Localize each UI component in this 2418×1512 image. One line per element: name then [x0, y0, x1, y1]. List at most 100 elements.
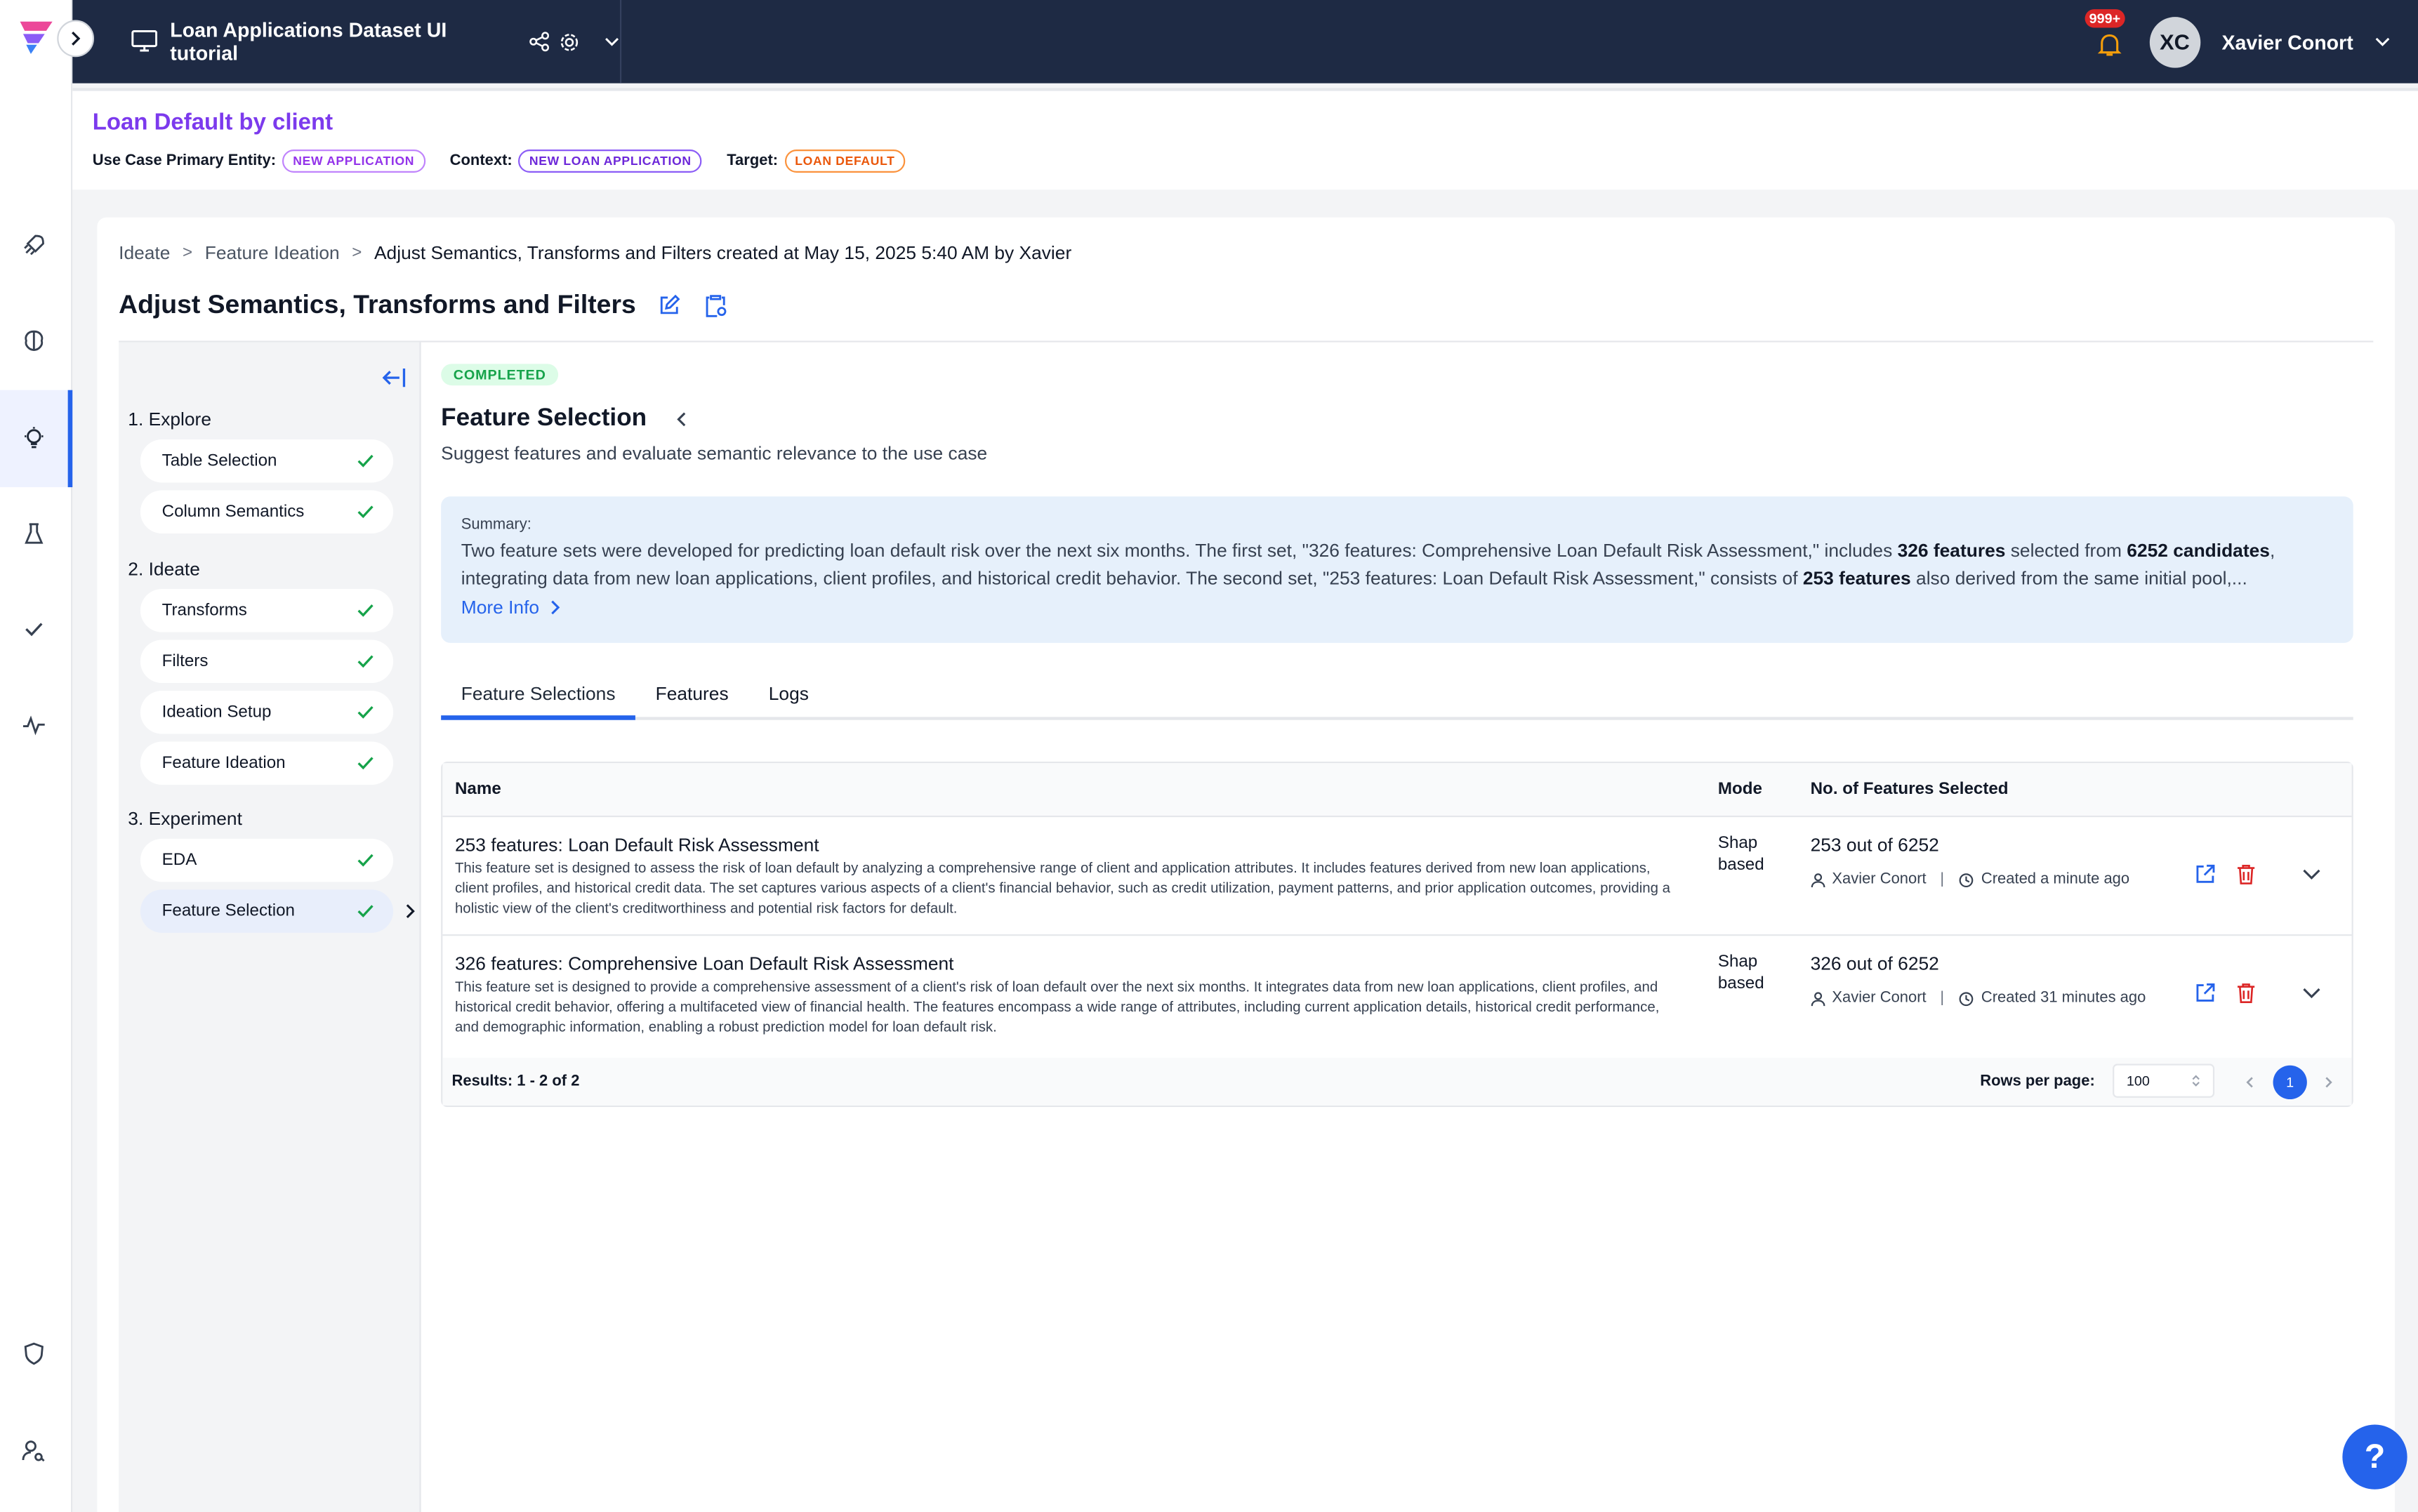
feature-set-meta: Xavier Conort | Created a minute ago	[1811, 871, 2129, 888]
check-icon	[357, 905, 374, 918]
expand-row-chevron-icon[interactable]	[2302, 987, 2320, 1000]
feature-set-meta: Xavier Conort | Created 31 minutes ago	[1811, 990, 2146, 1007]
target-chip[interactable]: LOAN DEFAULT	[784, 150, 906, 173]
next-page-icon[interactable]	[2324, 1075, 2333, 1090]
step-label: Ideation Setup	[161, 703, 272, 722]
breadcrumb: Ideate > Feature Ideation > Adjust Seman…	[119, 242, 1071, 264]
chevron-right-icon	[550, 600, 560, 615]
chevron-left-icon[interactable]	[675, 410, 690, 428]
notification-count-badge: 999+	[2085, 9, 2125, 28]
clipboard-settings-icon[interactable]	[703, 293, 728, 317]
tab-features[interactable]: Features	[635, 670, 748, 717]
user-name[interactable]: Xavier Conort	[2222, 30, 2353, 53]
expand-row-chevron-icon[interactable]	[2302, 868, 2320, 881]
feature-set-description: This feature set is designed to assess t…	[454, 860, 1671, 916]
step-filters[interactable]: Filters	[140, 639, 394, 684]
step-feature-selection[interactable]: Feature Selection	[140, 889, 415, 933]
tab-feature-selections[interactable]: Feature Selections	[441, 670, 636, 720]
feature-selection-content: COMPLETED Feature Selection Suggest feat…	[441, 343, 2353, 1512]
step-feature-ideation[interactable]: Feature Ideation	[140, 741, 394, 785]
table-row[interactable]: 253 features: Loan Default Risk Assessme…	[442, 817, 2352, 936]
step-transforms[interactable]: Transforms	[140, 589, 394, 632]
step-ideation-setup[interactable]: Ideation Setup	[140, 691, 394, 734]
expand-sidebar-button[interactable]	[57, 20, 94, 58]
section-title-row: Feature Selection	[441, 406, 689, 434]
user-icon	[1811, 991, 1825, 1006]
breadcrumb-ideate[interactable]: Ideate	[119, 242, 170, 264]
chevron-down-icon[interactable]	[605, 34, 620, 49]
feature-selections-table: Name Mode No. of Features Selected 253 f…	[441, 762, 2353, 1108]
step-label: Filters	[161, 652, 209, 671]
column-header-count[interactable]: No. of Features Selected	[1811, 780, 2009, 798]
gear-icon[interactable]	[558, 30, 581, 53]
shield-icon[interactable]	[17, 1337, 51, 1370]
checkmark-icon[interactable]	[17, 612, 51, 646]
column-header-name[interactable]: Name	[455, 780, 501, 798]
created-time: Created 31 minutes ago	[1981, 990, 2146, 1007]
edit-icon[interactable]	[658, 293, 682, 317]
project-selector[interactable]: Loan Applications Dataset UI tutorial	[72, 0, 622, 84]
lightbulb-icon[interactable]	[17, 421, 51, 455]
bell-icon	[2097, 34, 2122, 56]
use-case-header: Loan Default by client Use Case Primary …	[72, 88, 2418, 190]
status-badge: COMPLETED	[441, 364, 559, 386]
step-column-semantics[interactable]: Column Semantics	[140, 490, 394, 533]
open-external-icon[interactable]	[2195, 982, 2216, 1004]
chevron-right-icon	[406, 904, 415, 918]
target-label: Target:	[727, 152, 779, 170]
context-chip[interactable]: NEW LOAN APPLICATION	[518, 150, 703, 173]
app-logo-icon[interactable]	[15, 18, 55, 55]
open-external-icon[interactable]	[2195, 863, 2216, 885]
step-table-selection[interactable]: Table Selection	[140, 439, 394, 483]
step-label: Table Selection	[161, 451, 277, 470]
notifications-button[interactable]: 999+	[2085, 9, 2128, 60]
created-time: Created a minute ago	[1981, 870, 2130, 889]
check-icon	[357, 705, 374, 719]
primary-entity-label: Use Case Primary Entity:	[92, 152, 277, 170]
monitor-icon	[131, 30, 158, 52]
author: Xavier Conort	[1832, 990, 1927, 1007]
rows-per-page-select[interactable]: 100	[2113, 1063, 2215, 1098]
step-section-ideate: 2. Ideate	[128, 558, 200, 580]
flask-icon[interactable]	[17, 517, 51, 550]
tab-logs[interactable]: Logs	[748, 670, 828, 717]
user-search-icon[interactable]	[17, 1434, 51, 1468]
share-icon[interactable]	[528, 31, 549, 53]
rocket-icon[interactable]	[17, 228, 51, 262]
check-icon	[357, 757, 374, 770]
feature-set-mode: Shap based	[1717, 834, 1764, 875]
column-header-mode[interactable]: Mode	[1718, 780, 1762, 798]
table-header: Name Mode No. of Features Selected	[442, 763, 2352, 818]
more-info-link[interactable]: More Info	[461, 597, 2333, 618]
use-case-title[interactable]: Loan Default by client	[93, 110, 333, 135]
project-title: Loan Applications Dataset UI tutorial	[170, 18, 447, 65]
feature-set-name[interactable]: 326 features: Comprehensive Loan Default…	[455, 953, 954, 974]
summary-text: Two feature sets were developed for pred…	[461, 539, 2275, 590]
context-label: Context:	[449, 152, 513, 170]
breadcrumb-feature-ideation[interactable]: Feature Ideation	[205, 242, 340, 264]
tab-bar: Feature Selections Features Logs	[441, 670, 2353, 720]
avatar[interactable]: XC	[2149, 16, 2200, 67]
author: Xavier Conort	[1832, 870, 1927, 889]
step-section-experiment: 3. Experiment	[128, 807, 242, 830]
page-1-button[interactable]: 1	[2273, 1065, 2307, 1100]
brain-icon[interactable]	[17, 324, 51, 357]
primary-entity-chip[interactable]: NEW APPLICATION	[282, 150, 425, 173]
collapse-panel-icon[interactable]	[382, 367, 407, 389]
activity-icon[interactable]	[17, 708, 51, 741]
feature-set-name[interactable]: 253 features: Loan Default Risk Assessme…	[455, 834, 819, 856]
clock-icon	[1959, 991, 1973, 1006]
help-button[interactable]: ?	[2342, 1424, 2407, 1490]
previous-page-icon[interactable]	[2245, 1075, 2254, 1090]
select-arrows-icon	[2192, 1075, 2200, 1087]
workflow-steps-panel: 1. Explore Table Selection Column Semant…	[119, 342, 421, 1512]
step-label: EDA	[161, 851, 197, 870]
delete-icon[interactable]	[2236, 863, 2257, 885]
delete-icon[interactable]	[2236, 982, 2257, 1004]
check-icon	[357, 505, 374, 519]
breadcrumb-separator: >	[183, 244, 193, 263]
user-menu-chevron-icon[interactable]	[2375, 34, 2391, 49]
active-nav-indicator	[67, 390, 73, 488]
table-row[interactable]: 326 features: Comprehensive Loan Default…	[442, 936, 2351, 1059]
step-eda[interactable]: EDA	[140, 838, 394, 882]
